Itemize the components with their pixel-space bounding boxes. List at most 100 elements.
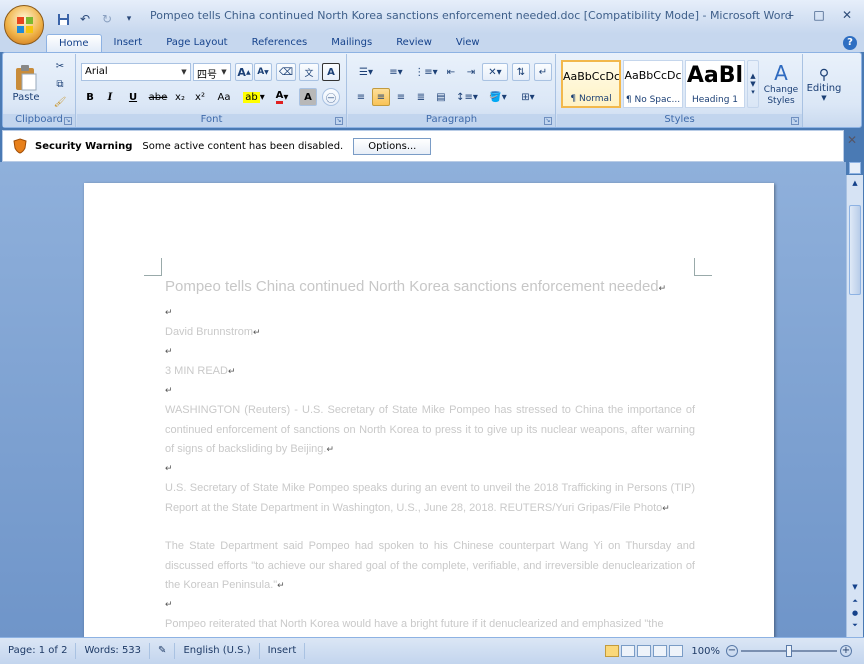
next-page-icon[interactable]: ⏷ — [849, 621, 861, 631]
show-paragraph-marks-icon[interactable]: ↵ — [534, 63, 552, 81]
font-name-combo[interactable]: Arial ▼ — [81, 63, 191, 81]
view-web-layout-icon[interactable] — [637, 645, 652, 657]
underline-button[interactable]: U — [121, 88, 145, 106]
multilevel-list-icon[interactable]: ⋮≡▾ — [412, 63, 440, 81]
view-full-screen-icon[interactable] — [621, 645, 636, 657]
justify-icon[interactable]: ≣ — [412, 88, 430, 106]
sort-icon[interactable]: ⇅ — [512, 63, 530, 81]
view-ruler-icon[interactable] — [849, 162, 861, 174]
align-left-icon[interactable]: ≡ — [352, 88, 370, 106]
office-button[interactable] — [4, 5, 44, 45]
customize-quick-access-icon[interactable]: ▾ — [120, 10, 138, 28]
editing-group: ⚲ Editing ▼ — [804, 54, 844, 127]
maximize-button[interactable]: □ — [806, 6, 832, 24]
document-paragraph: The State Department said Pompeo had spo… — [165, 540, 695, 591]
editing-button[interactable]: ⚲ Editing ▼ — [806, 57, 842, 111]
text-direction-icon[interactable]: ✕▾ — [482, 63, 508, 81]
character-shading-button[interactable]: A — [299, 88, 317, 106]
style-name: ¶ Normal — [570, 94, 612, 104]
bullets-icon[interactable]: ☰▾ — [352, 63, 380, 81]
numbering-icon[interactable]: ≡▾ — [382, 63, 410, 81]
superscript-button[interactable]: x² — [191, 88, 209, 106]
zoom-out-icon[interactable]: − — [726, 645, 738, 657]
tab-home[interactable]: Home — [46, 34, 102, 52]
font-size-combo[interactable]: 四号 ▼ — [193, 63, 231, 81]
character-border-icon[interactable]: A — [322, 63, 340, 81]
undo-icon[interactable]: ↶ — [76, 10, 94, 28]
insert-mode-indicator[interactable]: Insert — [260, 643, 306, 659]
minimize-button[interactable]: – — [778, 6, 804, 24]
chevron-down-icon[interactable]: ▼ — [750, 80, 755, 88]
margin-mark — [144, 258, 162, 276]
chevron-up-icon[interactable]: ▲ — [750, 72, 755, 80]
strikethrough-button[interactable]: abe — [147, 88, 169, 106]
change-case-button[interactable]: Aa — [211, 88, 237, 106]
increase-indent-icon[interactable]: ⇥ — [462, 63, 480, 81]
document-page[interactable]: Pompeo tells China continued North Korea… — [84, 183, 774, 653]
zoom-in-icon[interactable]: + — [840, 645, 852, 657]
styles-launcher-icon[interactable]: ↘ — [791, 117, 799, 125]
tab-references[interactable]: References — [240, 34, 320, 52]
align-center-icon[interactable]: ≡ — [372, 88, 390, 106]
select-browse-object-icon[interactable]: ● — [849, 609, 861, 619]
help-icon[interactable]: ? — [843, 36, 857, 50]
font-launcher-icon[interactable]: ↘ — [335, 117, 343, 125]
view-outline-icon[interactable] — [653, 645, 668, 657]
page-indicator[interactable]: Page: 1 of 2 — [0, 643, 77, 659]
clear-formatting-icon[interactable]: ⌫ — [276, 63, 296, 81]
enclose-characters-icon[interactable]: ㊀ — [322, 88, 340, 106]
view-print-layout-icon[interactable] — [605, 645, 620, 657]
language-indicator[interactable]: English (U.S.) — [175, 643, 260, 659]
close-icon[interactable]: ✕ — [847, 133, 861, 147]
tab-insert[interactable]: Insert — [102, 34, 155, 52]
change-styles-button[interactable]: A Change Styles — [761, 57, 801, 111]
proofing-icon[interactable]: ✎ — [150, 643, 176, 659]
copy-icon[interactable]: ⧉ — [51, 75, 69, 93]
zoom-level[interactable]: 100% — [691, 646, 720, 657]
chevron-down-icon[interactable]: ▼ — [849, 583, 861, 593]
clipboard-launcher-icon[interactable]: ↘ — [64, 117, 72, 125]
view-draft-icon[interactable] — [669, 645, 684, 657]
chevron-up-icon[interactable]: ▲ — [849, 179, 861, 189]
paste-button[interactable]: Paste — [9, 57, 43, 109]
zoom-slider[interactable] — [741, 645, 837, 657]
redo-icon[interactable]: ↻ — [98, 10, 116, 28]
decrease-indent-icon[interactable]: ⇤ — [442, 63, 460, 81]
line-spacing-icon[interactable]: ↕≡▾ — [454, 88, 480, 106]
style-no-spacing[interactable]: AaBbCcDc ¶ No Spac... — [623, 60, 683, 108]
previous-page-icon[interactable]: ⏶ — [849, 597, 861, 607]
word-count[interactable]: Words: 533 — [76, 643, 151, 659]
tab-mailings[interactable]: Mailings — [319, 34, 384, 52]
font-color-button[interactable]: A ▾ — [269, 88, 295, 106]
distributed-icon[interactable]: ▤ — [432, 88, 450, 106]
vertical-scrollbar[interactable]: ▲ ▼ ⏶ ● ⏷ — [846, 175, 863, 637]
chevron-down-icon[interactable]: ▼ — [219, 65, 229, 79]
align-right-icon[interactable]: ≡ — [392, 88, 410, 106]
scroll-thumb[interactable] — [849, 205, 861, 295]
phonetic-guide-icon[interactable]: 文 — [299, 63, 319, 81]
subscript-button[interactable]: x₂ — [171, 88, 189, 106]
paragraph-launcher-icon[interactable]: ↘ — [544, 117, 552, 125]
highlight-icon[interactable]: ab ▾ — [241, 88, 267, 106]
tab-view[interactable]: View — [444, 34, 492, 52]
styles-scroll[interactable]: ▲ ▼ ▾ — [747, 60, 759, 108]
close-button[interactable]: ✕ — [834, 6, 860, 24]
style-normal[interactable]: AaBbCcDc ¶ Normal — [561, 60, 621, 108]
zoom-slider-thumb[interactable] — [786, 645, 792, 657]
tab-review[interactable]: Review — [384, 34, 444, 52]
italic-button[interactable]: I — [101, 88, 119, 106]
bold-button[interactable]: B — [81, 88, 99, 106]
style-heading-1[interactable]: AaBl Heading 1 — [685, 60, 745, 108]
paragraph-label: Paragraph — [348, 114, 555, 127]
format-painter-icon[interactable]: 🖌 — [51, 93, 69, 111]
chevron-down-icon[interactable]: ▼ — [179, 65, 189, 79]
options-button[interactable]: Options... — [353, 137, 432, 155]
borders-icon[interactable]: ⊞▾ — [514, 88, 542, 106]
grow-font-button[interactable]: A ▲ — [235, 63, 253, 81]
shrink-font-button[interactable]: A ▼ — [254, 63, 272, 81]
tab-page-layout[interactable]: Page Layout — [154, 34, 239, 52]
cut-icon[interactable]: ✂ — [51, 57, 69, 75]
more-styles-icon[interactable]: ▾ — [751, 88, 755, 96]
save-icon[interactable] — [54, 10, 72, 28]
shading-icon[interactable]: 🪣▾ — [484, 88, 512, 106]
